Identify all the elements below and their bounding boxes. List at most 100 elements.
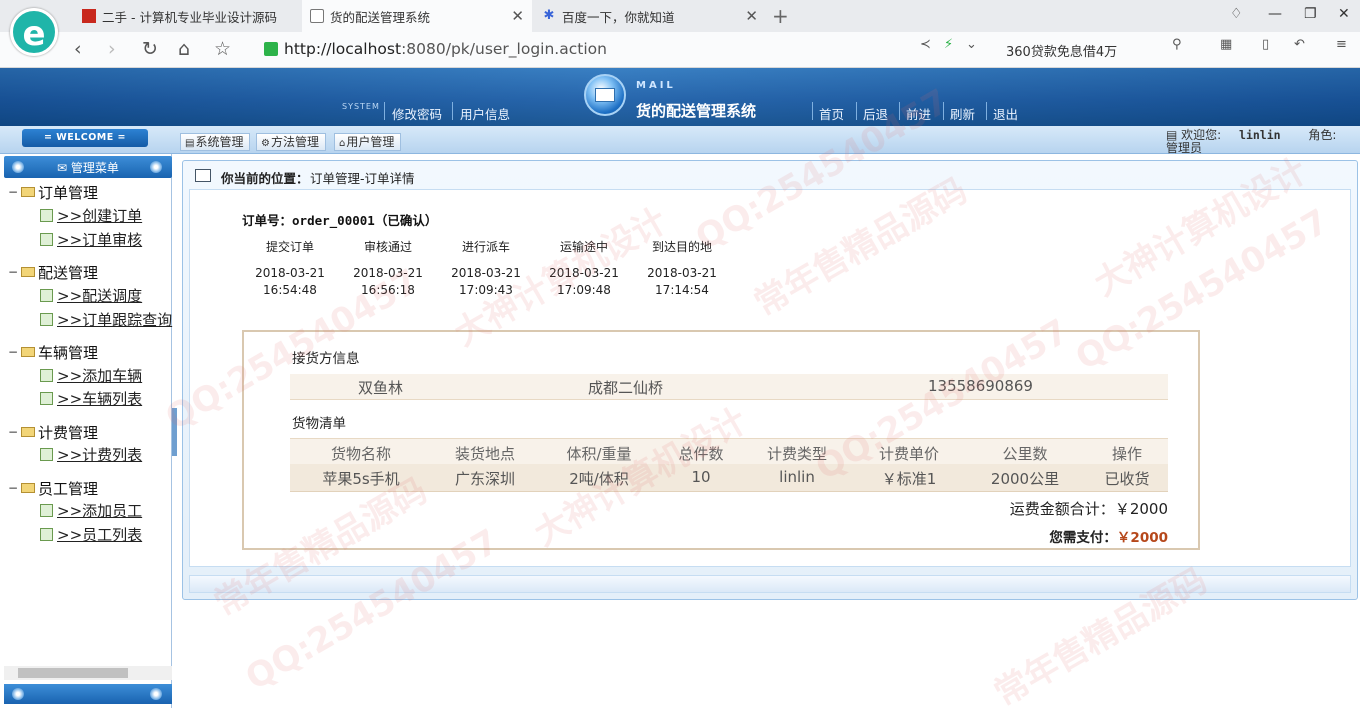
user-info-link[interactable]: 用户信息	[460, 104, 510, 123]
menu-item-billing-list[interactable]: >>计费列表	[40, 444, 142, 465]
sidebar-header: ✉ 管理菜单	[4, 156, 172, 178]
minimize-icon[interactable]: —	[1268, 6, 1282, 22]
close-icon[interactable]: ✕	[745, 7, 758, 25]
reader-icon[interactable]: ▯	[1262, 37, 1269, 52]
menu-group-label: 订单管理	[38, 184, 99, 202]
apps-grid-icon[interactable]: ▦	[1220, 37, 1232, 52]
close-icon[interactable]: ✕	[511, 7, 524, 25]
star-icon[interactable]: ☆	[214, 38, 231, 60]
user-manage-button[interactable]: ⌂用户管理	[334, 133, 402, 151]
menu-group-billing[interactable]: − 计费管理	[8, 422, 98, 443]
gear-icon: ⚙	[261, 138, 270, 149]
promo-text[interactable]: 360贷款免息借4万	[1006, 41, 1117, 60]
chevron-down-icon[interactable]: ⌄	[966, 37, 977, 52]
back-icon[interactable]: ‹	[74, 38, 82, 60]
amount-due: 您需支付：￥2000	[1049, 526, 1168, 546]
reload-icon[interactable]: ↻	[142, 38, 158, 60]
menu-group-label: 员工管理	[38, 480, 99, 498]
menu-group-label: 车辆管理	[38, 344, 99, 362]
cell-volume-weight: 2吨/体积	[569, 470, 629, 488]
step-datetime: 2018-03-21 16:54:48	[242, 265, 338, 299]
method-manage-label: 方法管理	[270, 135, 319, 149]
new-tab-button[interactable]: +	[772, 4, 789, 28]
nav-logout-link[interactable]: 退出	[993, 104, 1018, 123]
sidebar-splitter[interactable]	[172, 408, 177, 456]
menu-group-order[interactable]: − 订单管理	[8, 182, 98, 203]
collapse-icon[interactable]: −	[8, 345, 18, 359]
cell-loading-place: 广东深圳	[454, 470, 515, 488]
page-icon	[40, 289, 53, 302]
search-icon[interactable]: ⚲	[1172, 37, 1182, 52]
change-password-link[interactable]: 修改密码	[392, 104, 442, 123]
sidebar-scrollbar[interactable]	[4, 666, 172, 680]
menu-item-add-staff[interactable]: >>添加员工	[40, 500, 142, 521]
menu-item-create-order[interactable]: >>创建订单	[40, 205, 142, 226]
menu-group-staff[interactable]: − 员工管理	[8, 478, 98, 499]
breadcrumb-label: 你当前的位置：	[221, 171, 309, 186]
menu-item-label: >>配送调度	[57, 287, 143, 305]
home-icon[interactable]: ⌂	[178, 38, 190, 60]
col-total-pieces: 总件数	[678, 445, 724, 463]
system-manage-button[interactable]: ▤系统管理	[180, 133, 251, 151]
collapse-icon[interactable]: −	[8, 185, 18, 199]
nav-back-link[interactable]: 后退	[863, 104, 888, 123]
page-icon	[40, 209, 53, 222]
share-icon[interactable]: ≺	[920, 37, 931, 52]
orb-icon	[150, 688, 162, 700]
step-label: 运输途中	[559, 240, 608, 254]
shirt-skin-icon[interactable]: ♢	[1230, 6, 1243, 22]
menu-item-vehicle-list[interactable]: >>车辆列表	[40, 388, 142, 409]
sidebar-footer	[4, 684, 172, 704]
step-datetime: 2018-03-21 17:09:48	[536, 265, 632, 299]
envelope-icon	[595, 88, 615, 102]
step-date: 2018-03-21	[255, 266, 325, 280]
menu-item-add-vehicle[interactable]: >>添加车辆	[40, 365, 142, 386]
step-time: 16:54:48	[263, 283, 317, 297]
step-dispatch: 进行派车 2018-03-21 17:09:43	[438, 238, 534, 299]
browser-tab-2[interactable]: 货的配送管理系统 ✕	[302, 0, 532, 32]
cell-kilometers: 2000公里	[990, 470, 1060, 488]
header-divider	[856, 102, 857, 120]
order-detail-box: 接货方信息 双鱼林 成都二仙桥 13558690869 货物清单 货物名称 装货…	[242, 330, 1200, 550]
lightning-icon[interactable]: ⚡	[944, 37, 953, 52]
menu-group-delivery[interactable]: − 配送管理	[8, 262, 98, 283]
restore-icon[interactable]: ❐	[1304, 6, 1317, 22]
menu-icon[interactable]: ≡	[1336, 37, 1347, 52]
baidu-paw-icon: ✱	[543, 8, 555, 23]
menu-item-label: >>创建订单	[57, 207, 143, 225]
scrollbar-thumb[interactable]	[18, 668, 128, 678]
undo-icon[interactable]: ↶	[1294, 37, 1305, 52]
mail-tag: MAIL	[636, 80, 676, 91]
step-time: 16:56:18	[361, 283, 415, 297]
browser-tab-3[interactable]: ✱ 百度一下，你就知道 ✕	[534, 0, 766, 32]
collapse-icon[interactable]: −	[8, 481, 18, 495]
forward-icon[interactable]: ›	[108, 38, 116, 60]
browser-tab-bar: 二手 - 计算机专业毕业设计源码 货的配送管理系统 ✕ ✱ 百度一下，你就知道 …	[0, 0, 1360, 32]
header-divider	[384, 102, 385, 120]
nav-refresh-link[interactable]: 刷新	[950, 104, 975, 123]
menu-item-label: >>车辆列表	[57, 390, 143, 408]
collapse-icon[interactable]: −	[8, 265, 18, 279]
step-submit: 提交订单 2018-03-21 16:54:48	[242, 238, 338, 299]
menu-group-vehicle[interactable]: − 车辆管理	[8, 342, 98, 363]
step-arrived: 到达目的地 2018-03-21 17:14:54	[634, 238, 730, 299]
url-path: :8080/pk/user_login.action	[401, 40, 607, 58]
method-manage-button[interactable]: ⚙方法管理	[256, 133, 326, 151]
nav-home-link[interactable]: 首页	[819, 104, 844, 123]
folder-icon	[21, 427, 35, 437]
header-divider	[899, 102, 900, 120]
close-window-icon[interactable]: ✕	[1338, 6, 1350, 22]
nav-forward-link[interactable]: 前进	[906, 104, 931, 123]
menu-item-order-review[interactable]: >>订单审核	[40, 229, 142, 250]
browser-tab-1[interactable]: 二手 - 计算机专业毕业设计源码	[74, 0, 300, 32]
menu-item-staff-list[interactable]: >>员工列表	[40, 524, 142, 545]
collapse-icon[interactable]: −	[8, 425, 18, 439]
menu-item-dispatch[interactable]: >>配送调度	[40, 285, 142, 306]
cell-action[interactable]: 已收货	[1072, 468, 1182, 489]
user-info: ▤ 欢迎您: linlin 角色: 管理员	[1166, 129, 1336, 155]
page-icon	[40, 313, 53, 326]
menu-item-order-tracking[interactable]: >>订单跟踪查询	[40, 309, 172, 330]
col-unit-price: 计费单价	[878, 445, 939, 463]
tab-title: 货的配送管理系统	[330, 9, 431, 25]
sidebar-title: ✉ 管理菜单	[4, 159, 172, 176]
